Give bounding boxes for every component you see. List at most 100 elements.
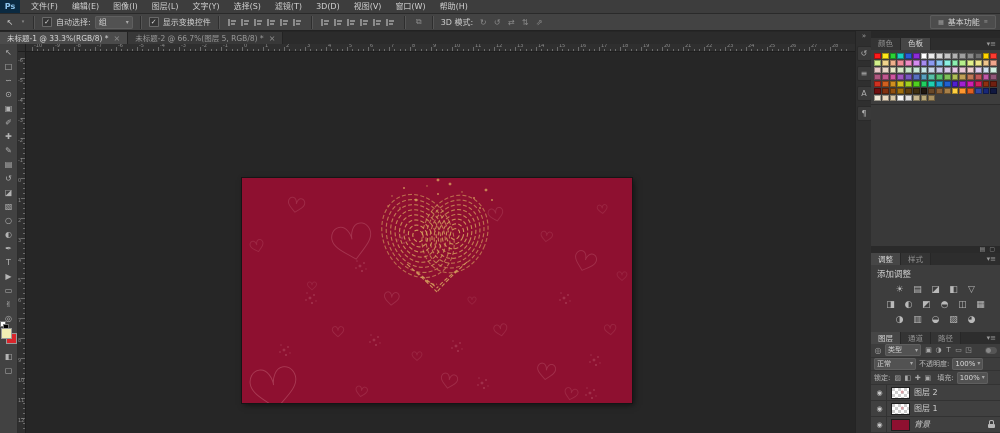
color-swatch[interactable] (921, 67, 928, 73)
history-panel-icon[interactable]: ↺ (857, 46, 872, 61)
color-swatch[interactable] (975, 67, 982, 73)
color-swatch[interactable] (990, 53, 997, 59)
blend-mode-dropdown[interactable]: 正常 ▾ (874, 358, 916, 370)
tab-color[interactable]: 颜色 (871, 38, 901, 50)
color-swatch[interactable] (882, 67, 889, 73)
color-swatch[interactable] (936, 81, 943, 87)
color-swatch[interactable] (990, 67, 997, 73)
menu-item-3[interactable]: 图像(I) (106, 0, 145, 13)
color-swatch[interactable] (967, 74, 974, 80)
color-swatch[interactable] (897, 88, 904, 94)
color-swatch[interactable] (967, 81, 974, 87)
distribute-icon-3[interactable] (346, 17, 358, 28)
color-swatch[interactable] (983, 81, 990, 87)
exposure-icon[interactable]: ◧ (946, 283, 961, 296)
color-swatch[interactable] (936, 88, 943, 94)
filter-adjustment-icon[interactable]: ◑ (934, 346, 943, 354)
distribute-icon-4[interactable] (359, 17, 371, 28)
vertical-ruler[interactable]: -6-5-4-3-2-10123456789101112 (18, 51, 26, 433)
slide-3d-camera-icon[interactable]: ⇅ (519, 17, 531, 28)
color-swatch[interactable] (905, 53, 912, 59)
menu-item-5[interactable]: 文字(Y) (185, 0, 226, 13)
tool-preset-arrow-icon[interactable]: ▾ (20, 17, 26, 28)
color-swatch[interactable] (913, 81, 920, 87)
close-tab-icon[interactable]: × (269, 34, 276, 43)
color-swatch[interactable] (905, 60, 912, 66)
color-swatch[interactable] (944, 88, 951, 94)
color-swatch[interactable] (913, 60, 920, 66)
color-swatch[interactable] (936, 74, 943, 80)
tab-paths[interactable]: 路径 (931, 332, 961, 344)
color-swatch[interactable] (874, 88, 881, 94)
menu-item-6[interactable]: 选择(S) (227, 0, 268, 13)
color-swatch[interactable] (913, 53, 920, 59)
posterize-icon[interactable]: ▥ (910, 313, 925, 326)
menu-item-10[interactable]: 窗口(W) (388, 0, 432, 13)
document-canvas[interactable] (242, 178, 632, 403)
color-swatch[interactable] (921, 74, 928, 80)
color-swatch[interactable] (975, 88, 982, 94)
rectangular-marquee-tool[interactable]: □ (0, 59, 18, 73)
opacity-dropdown[interactable]: 100% ▾ (952, 358, 983, 370)
align-icon-2[interactable] (240, 17, 252, 28)
color-swatch[interactable] (959, 74, 966, 80)
type-tool[interactable]: T (0, 255, 18, 269)
lock-paint-icon[interactable]: ◧ (903, 374, 912, 382)
horizontal-ruler[interactable]: -10-9-8-7-6-5-4-3-2-10123456789101112131… (18, 44, 855, 52)
healing-brush-tool[interactable]: ✚ (0, 129, 18, 143)
levels-icon[interactable]: ▤ (910, 283, 925, 296)
pen-tool[interactable]: ✒ (0, 241, 18, 255)
menu-item-4[interactable]: 图层(L) (145, 0, 186, 13)
layer-thumbnail[interactable] (891, 403, 910, 415)
layer-visibility-icon[interactable]: ◉ (873, 401, 887, 416)
panel-menu-icon[interactable]: ▾≡ (983, 332, 1000, 344)
color-swatch[interactable] (952, 53, 959, 59)
color-swatch[interactable] (913, 74, 920, 80)
color-swatch[interactable] (975, 81, 982, 87)
color-swatch[interactable] (921, 60, 928, 66)
photo-filter-icon[interactable]: ◓ (937, 298, 952, 311)
menu-item-2[interactable]: 编辑(E) (65, 0, 106, 13)
color-swatch[interactable] (882, 95, 889, 101)
color-swatch[interactable] (874, 67, 881, 73)
gradient-map-icon[interactable]: ▨ (946, 313, 961, 326)
color-swatch[interactable] (882, 74, 889, 80)
rectangle-tool[interactable]: ▭ (0, 283, 18, 297)
curves-icon[interactable]: ◪ (928, 283, 943, 296)
layer-visibility-icon[interactable]: ◉ (873, 417, 887, 432)
align-icon-4[interactable] (266, 17, 278, 28)
color-swatch[interactable] (921, 88, 928, 94)
roll-3d-camera-icon[interactable]: ↺ (491, 17, 503, 28)
move-tool-icon[interactable]: ↖ (4, 17, 16, 28)
hue-saturation-icon[interactable]: ◨ (883, 298, 898, 311)
paragraph-panel-icon[interactable]: ¶ (857, 106, 872, 121)
color-swatch[interactable] (897, 74, 904, 80)
pan-3d-camera-icon[interactable]: ⇄ (505, 17, 517, 28)
color-swatch[interactable] (936, 53, 943, 59)
color-swatch[interactable] (905, 88, 912, 94)
color-swatch[interactable] (905, 67, 912, 73)
selective-color-icon[interactable]: ◕ (964, 313, 979, 326)
lock-transparent-icon[interactable]: ▨ (893, 374, 902, 382)
color-swatch[interactable] (874, 60, 881, 66)
color-swatch[interactable] (944, 74, 951, 80)
color-swatch[interactable] (944, 53, 951, 59)
color-swatch[interactable] (990, 88, 997, 94)
color-swatch[interactable] (874, 53, 881, 59)
vibrance-icon[interactable]: ▽ (964, 283, 979, 296)
screen-mode-icon[interactable]: ▢ (0, 363, 18, 377)
color-swatch-control[interactable] (1, 328, 16, 343)
color-swatch[interactable] (944, 81, 951, 87)
layer-thumbnail[interactable] (891, 387, 910, 399)
color-swatch[interactable] (952, 60, 959, 66)
layer-row[interactable]: ◉背景 (871, 417, 1000, 433)
color-swatch[interactable] (921, 95, 928, 101)
align-icon-3[interactable] (253, 17, 265, 28)
quick-mask-icon[interactable]: ◧ (0, 349, 18, 363)
color-swatch[interactable] (983, 74, 990, 80)
filter-pixel-icon[interactable]: ▣ (924, 346, 933, 354)
color-swatch[interactable] (874, 81, 881, 87)
layer-thumbnail[interactable] (891, 419, 910, 431)
color-swatch[interactable] (890, 60, 897, 66)
filter-toggle-switch[interactable] (985, 347, 997, 354)
